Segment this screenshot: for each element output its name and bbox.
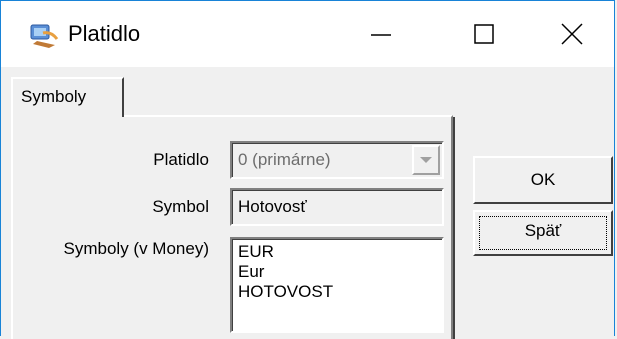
close-button[interactable] [528, 1, 616, 67]
symbol-field[interactable]: Hotovosť [230, 188, 444, 226]
focus-rectangle [479, 216, 607, 250]
symboly-money-label: Symboly (v Money) [63, 239, 209, 258]
minimize-button[interactable] [337, 1, 425, 67]
platidlo-select[interactable]: 0 (primárne) [230, 141, 444, 179]
dropdown-button[interactable] [412, 145, 440, 175]
minimize-icon [371, 34, 391, 36]
tab-symboly[interactable]: Symboly [11, 77, 124, 117]
dialog-body: Symboly Platidlo 0 (primárne) Symbol Hot… [1, 67, 614, 339]
dialog-window: Platidlo Symboly Platidlo 0 (primárne) S… [0, 0, 615, 339]
symboly-money-list[interactable]: EUR Eur HOTOVOST [230, 237, 444, 333]
list-item[interactable]: EUR [238, 242, 274, 262]
close-icon [561, 23, 583, 45]
tab-join [13, 113, 121, 119]
app-icon [30, 24, 59, 48]
platidlo-value: 0 (primárne) [238, 150, 331, 169]
list-item[interactable]: HOTOVOST [238, 282, 333, 302]
title-bar[interactable]: Platidlo [1, 1, 614, 67]
list-item[interactable]: Eur [238, 262, 264, 282]
symbol-label: Symbol [152, 197, 209, 216]
window-title: Platidlo [68, 21, 141, 46]
platidlo-label: Platidlo [153, 150, 209, 169]
maximize-button[interactable] [440, 1, 528, 67]
chevron-down-icon [420, 156, 432, 163]
symbol-value: Hotovosť [238, 197, 307, 216]
back-button[interactable]: Späť [473, 210, 613, 256]
maximize-icon [474, 24, 494, 44]
ok-button[interactable]: OK [473, 156, 613, 204]
